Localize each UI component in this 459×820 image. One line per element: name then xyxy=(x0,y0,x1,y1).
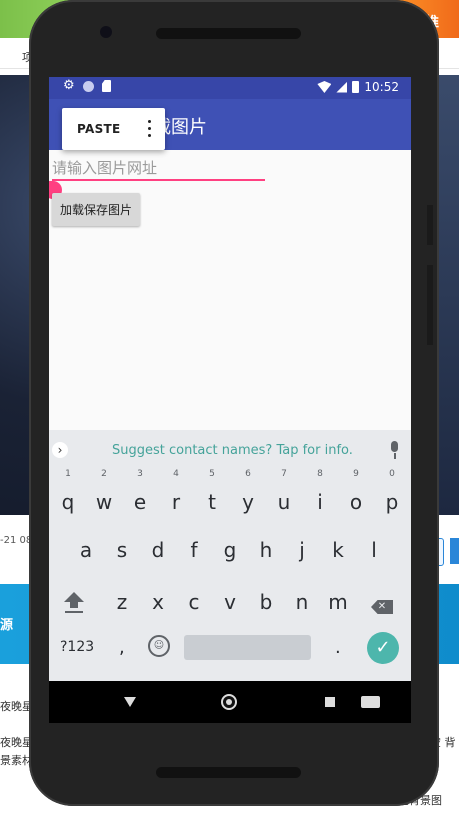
key-a[interactable]: a xyxy=(71,530,101,570)
power-button[interactable] xyxy=(427,205,433,245)
key-m[interactable]: m xyxy=(323,582,353,622)
sd-card-icon xyxy=(102,80,111,92)
gear-icon: ⚙ xyxy=(63,78,75,93)
checkmark-icon[interactable]: ✓ xyxy=(367,632,399,664)
battery-icon xyxy=(352,81,360,93)
comma-key[interactable]: , xyxy=(119,637,125,658)
symbols-key[interactable]: ?123 xyxy=(60,639,94,655)
key-s[interactable]: s xyxy=(107,530,137,570)
key-d[interactable]: d xyxy=(143,530,173,570)
key-t[interactable]: 5t xyxy=(197,469,227,522)
load-save-image-button[interactable]: 加载保存图片 xyxy=(52,193,140,226)
space-bar[interactable] xyxy=(184,635,311,660)
navigation-bar xyxy=(49,681,411,723)
home-icon[interactable] xyxy=(221,694,237,710)
status-time: 10:52 xyxy=(364,80,399,94)
screen: ⚙ 10:52 载图片 PASTE 加载保存图片 › Suggest conta… xyxy=(49,77,411,723)
wifi-icon xyxy=(317,81,332,93)
text-context-menu: PASTE xyxy=(62,108,165,150)
key-c[interactable]: c xyxy=(179,582,209,622)
status-bar: ⚙ 10:52 xyxy=(49,77,411,99)
key-w[interactable]: 2w xyxy=(89,469,119,522)
backspace-icon[interactable]: ✕ xyxy=(371,600,393,614)
key-z[interactable]: z xyxy=(107,582,137,622)
camera-icon xyxy=(100,26,112,38)
recents-icon[interactable] xyxy=(325,697,335,707)
back-icon[interactable] xyxy=(124,697,136,707)
key-j[interactable]: j xyxy=(287,530,317,570)
key-o[interactable]: 9o xyxy=(341,469,371,522)
key-v[interactable]: v xyxy=(215,582,245,622)
bg-button-2 xyxy=(450,538,459,564)
soft-keyboard: 1q 2w 3e 4r 5t 6y 7u 8i 9o 0p a s d f g … xyxy=(49,469,411,681)
key-k[interactable]: k xyxy=(323,530,353,570)
emoji-icon[interactable]: ☺ xyxy=(148,635,170,657)
key-q[interactable]: 1q xyxy=(53,469,83,522)
image-url-input[interactable] xyxy=(52,157,265,181)
key-i[interactable]: 8i xyxy=(305,469,335,522)
key-x[interactable]: x xyxy=(143,582,173,622)
volume-button[interactable] xyxy=(427,265,433,345)
signal-icon xyxy=(336,81,348,93)
key-y[interactable]: 6y xyxy=(233,469,263,522)
key-n[interactable]: n xyxy=(287,582,317,622)
expand-arrow-icon[interactable]: › xyxy=(52,442,68,458)
keyboard-icon[interactable] xyxy=(361,696,380,708)
paste-menu-item[interactable]: PASTE xyxy=(77,122,121,136)
key-b[interactable]: b xyxy=(251,582,281,622)
key-r[interactable]: 4r xyxy=(161,469,191,522)
bg-date: -21 08 xyxy=(0,535,33,546)
speaker-top xyxy=(156,28,301,39)
suggestion-bar: › Suggest contact names? Tap for info. xyxy=(49,430,411,472)
speaker-bottom xyxy=(156,767,301,778)
key-f[interactable]: f xyxy=(179,530,209,570)
key-e[interactable]: 3e xyxy=(125,469,155,522)
key-h[interactable]: h xyxy=(251,530,281,570)
suggestion-text[interactable]: Suggest contact names? Tap for info. xyxy=(112,443,353,458)
key-g[interactable]: g xyxy=(215,530,245,570)
key-l[interactable]: l xyxy=(359,530,389,570)
key-p[interactable]: 0p xyxy=(377,469,407,522)
shift-icon[interactable] xyxy=(63,592,85,616)
period-key[interactable]: . xyxy=(335,637,341,658)
bg-blue-text: 源 xyxy=(0,618,14,633)
mic-icon[interactable] xyxy=(387,441,403,461)
key-u[interactable]: 7u xyxy=(269,469,299,522)
circle-icon xyxy=(83,80,94,92)
more-vert-icon[interactable] xyxy=(142,116,156,142)
